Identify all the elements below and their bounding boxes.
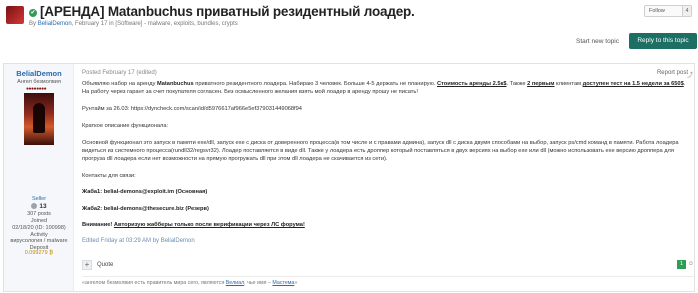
reply-to-topic-button[interactable]: Reply to this topic — [629, 33, 697, 49]
share-icon[interactable]: ⤴ — [687, 70, 693, 79]
follow-button[interactable]: Follow 4 — [644, 5, 692, 17]
follow-count: 4 — [682, 6, 691, 16]
quote-button[interactable]: Quote — [97, 262, 113, 268]
post-date[interactable]: Posted February 17 (edited) — [82, 70, 157, 76]
topic-title: [АРЕНДА] Matanbuchus приватный резидентн… — [40, 4, 415, 19]
reputation-badge: 13 — [4, 203, 74, 210]
report-post-link[interactable]: Report post — [657, 70, 688, 76]
desc-title: Краткое описание функционала: — [82, 123, 169, 129]
post: BelialDemon Ангел безмолвия ●●●●●●●● Sel… — [3, 63, 695, 292]
warning: Внимание! Авторизую жабберы только после… — [82, 222, 305, 228]
posts-count: 307 posts — [27, 211, 51, 217]
topic-meta: By BelialDemon, February 17 in [Software… — [29, 21, 238, 27]
signature-link-belial[interactable]: Велиал — [226, 280, 244, 286]
joined-label: Joined — [30, 218, 48, 224]
intro-paragraph: Объявляю набор на аренду Matanbuchus при… — [82, 81, 686, 95]
post-content: Posted February 17 (edited) Report post … — [82, 64, 694, 291]
author-avatar[interactable] — [24, 93, 54, 145]
topic-header: ✔ [АРЕНДА] Matanbuchus приватный резиден… — [0, 0, 698, 62]
author-rank: Ангел безмолвия — [17, 79, 61, 85]
topic-author-link[interactable]: BelialDemon — [38, 21, 72, 27]
signature: «ангелом безмолвия есть правитель мира с… — [82, 280, 298, 286]
reaction-icon[interactable]: ☺ — [688, 261, 694, 267]
deposit-value: 0.099279 ₿ — [24, 250, 54, 256]
author-group: Seller — [31, 196, 47, 202]
signature-divider — [82, 276, 694, 277]
jabber1: Жаба1: belial-demons@exploit.im (Основна… — [82, 189, 208, 195]
activity-value: вирусология / malware — [10, 238, 68, 244]
start-new-topic-link[interactable]: Start new topic — [576, 38, 619, 45]
topic-meta-rest: , February 17 in [Software] - malware, e… — [71, 21, 238, 27]
desc-body: Основной функционал это запуск в памяти … — [82, 140, 679, 162]
jabber2: Жаба2: belial-demons@thesecure.biz (Резе… — [82, 206, 209, 212]
rank-pips-icon: ●●●●●●●● — [26, 86, 47, 92]
topic-author-avatar[interactable] — [6, 6, 24, 24]
author-name[interactable]: BelialDemon — [4, 69, 74, 78]
signature-link-mastema[interactable]: Мастема — [272, 280, 294, 286]
edited-note: Edited Friday at 03:29 AM by BelialDemon — [82, 238, 195, 244]
solved-badge-icon: ✔ — [29, 9, 37, 17]
author-panel: BelialDemon Ангел безмолвия ●●●●●●●● Sel… — [4, 64, 74, 291]
reaction-count-badge[interactable]: 1 — [677, 260, 686, 269]
by-label: By — [29, 21, 37, 27]
scan-line: Рунтайм за 26.03: https://dyncheck.com/s… — [82, 106, 302, 112]
follow-label: Follow — [649, 8, 665, 14]
joined-value: 02/18/20 (ID: 100998) — [12, 225, 66, 231]
multiquote-add-button[interactable]: + — [82, 260, 92, 270]
contacts-title: Контакты для связи: — [82, 173, 136, 179]
reputation-icon — [31, 203, 38, 209]
